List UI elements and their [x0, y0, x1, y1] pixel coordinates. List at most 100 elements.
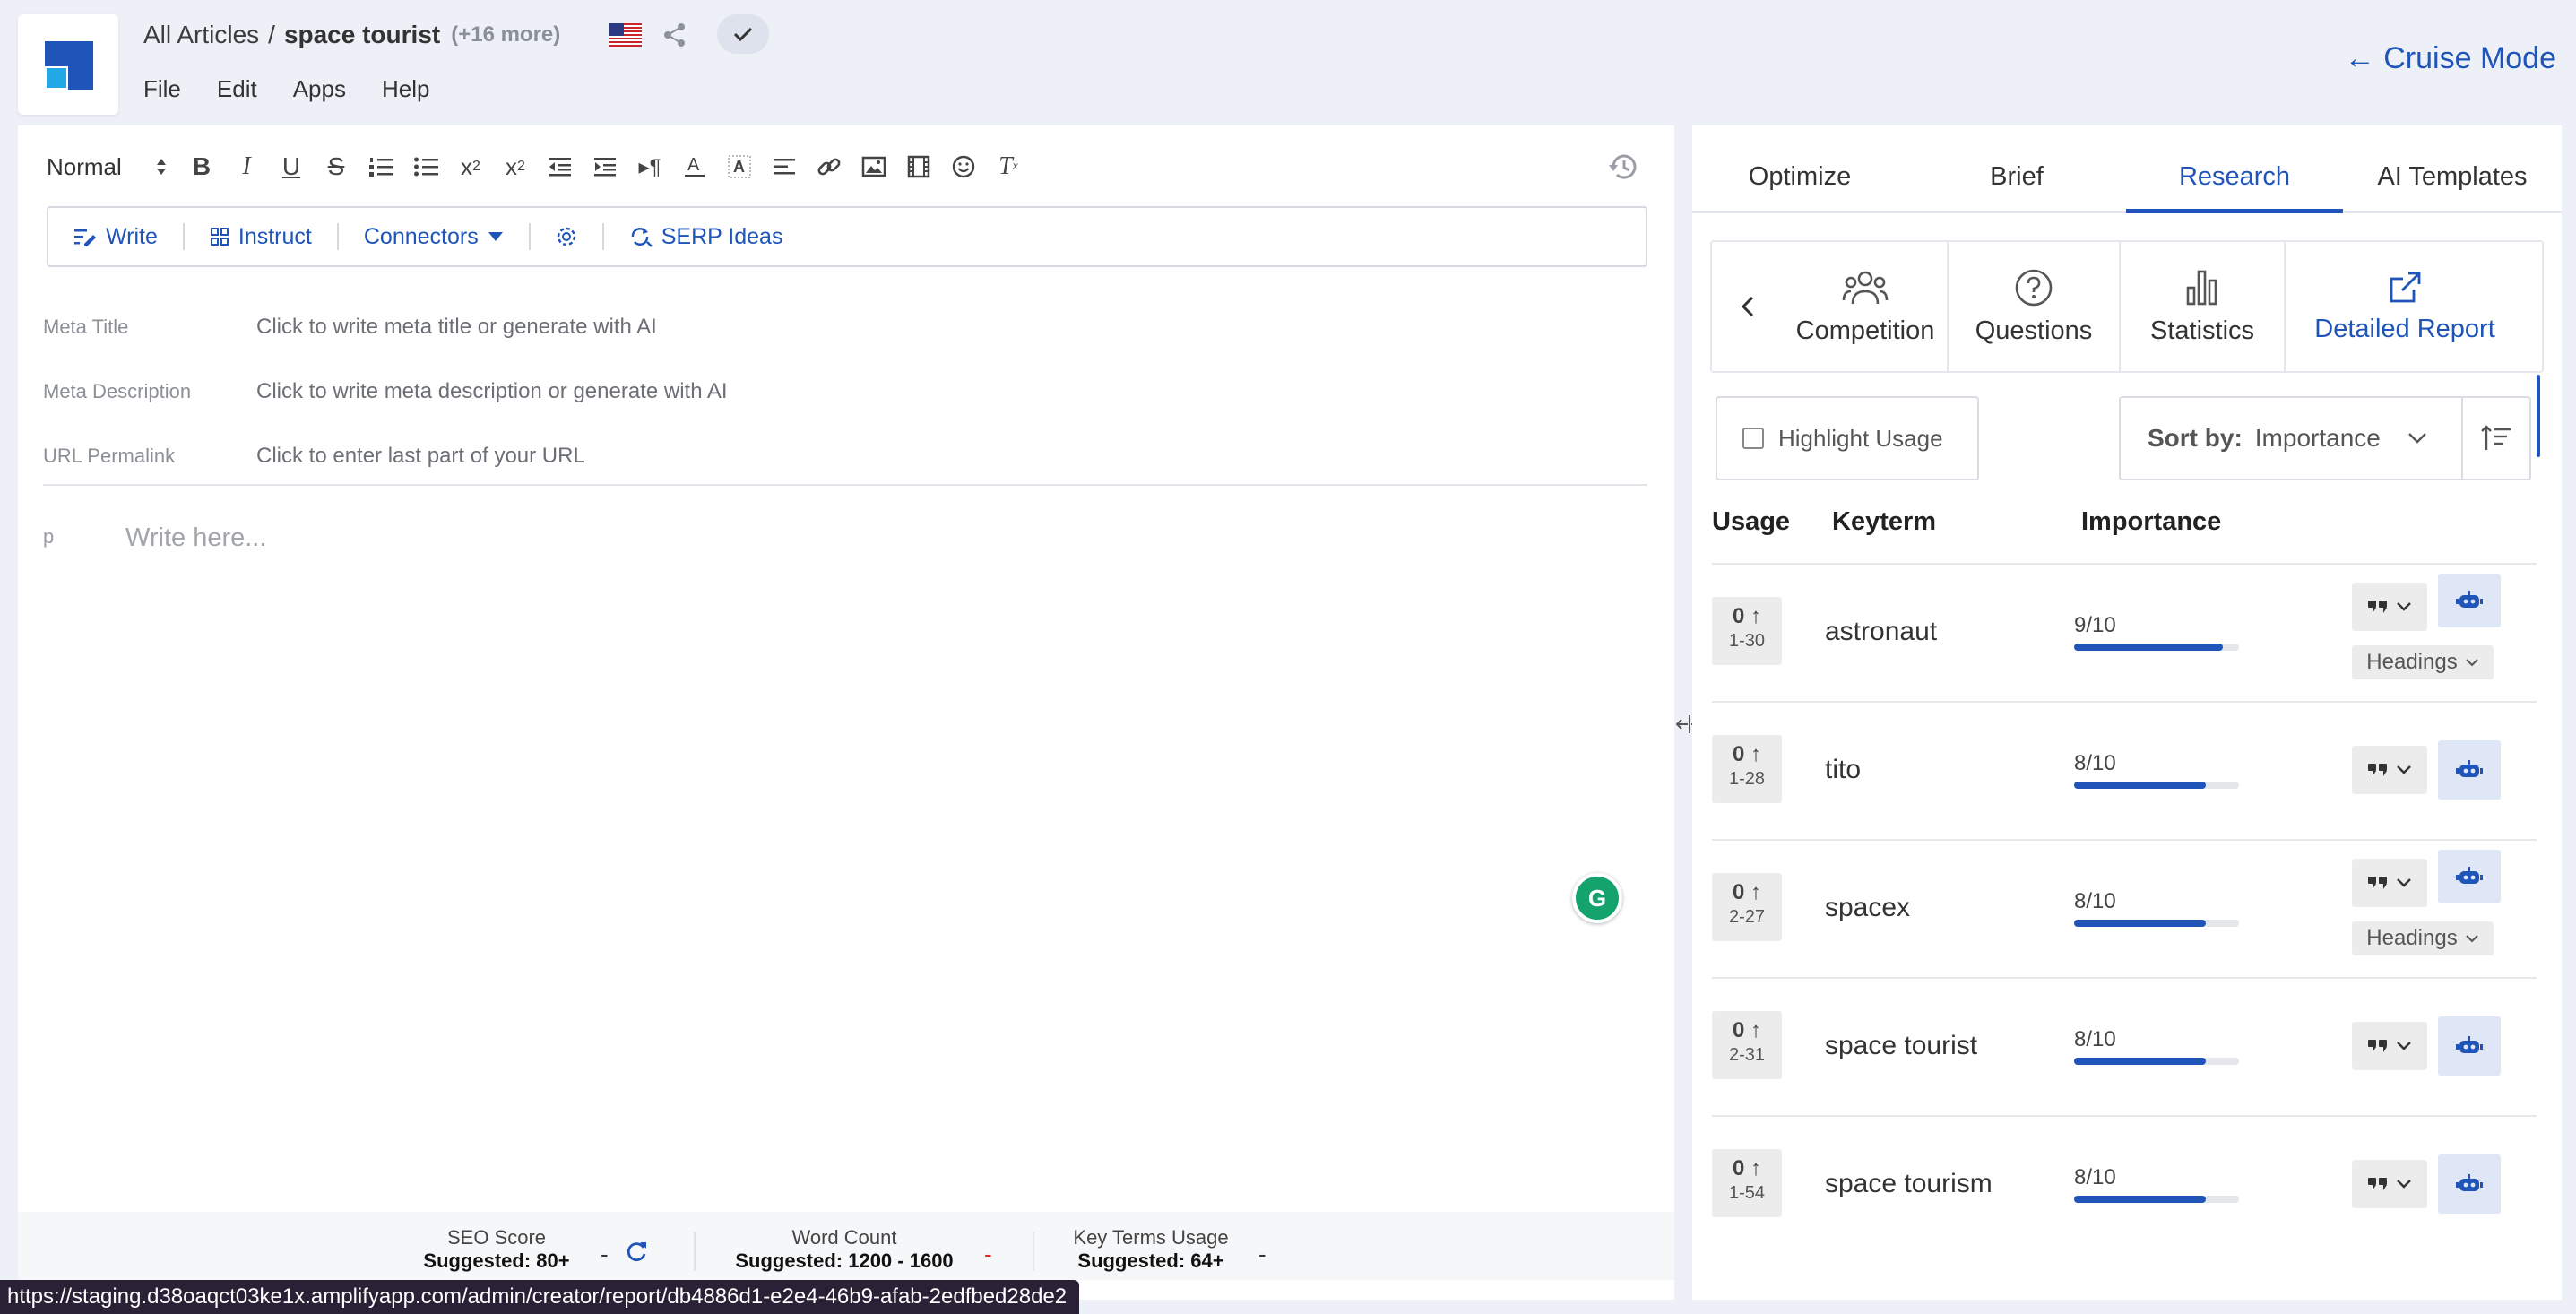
sort-by-dropdown[interactable]: Sort by: Importance [2121, 424, 2461, 453]
url-permalink-row[interactable]: URL Permalink Click to enter last part o… [43, 438, 1647, 474]
connectors-dropdown[interactable]: Connectors [339, 224, 529, 250]
sort-direction-button[interactable] [2461, 398, 2529, 479]
refresh-icon[interactable] [624, 1239, 649, 1264]
tab-optimize[interactable]: Optimize [1692, 143, 1907, 211]
underline-icon[interactable]: U [269, 143, 314, 190]
quote-dropdown-button[interactable] [2352, 859, 2427, 907]
headings-dropdown[interactable]: Headings [2352, 921, 2494, 955]
ai-assist-button[interactable] [2438, 574, 2501, 627]
tab-brief[interactable]: Brief [1907, 143, 2126, 211]
more-articles-count[interactable]: (+16 more) [451, 22, 560, 48]
indent-icon[interactable] [583, 143, 627, 190]
keyterm-row: 0 ↑ 1-30 astronaut 9/10 Headings [1712, 563, 2537, 701]
chevron-down-icon [2397, 878, 2411, 887]
article-title[interactable]: space tourist [284, 21, 440, 49]
superscript-icon[interactable]: x2 [493, 143, 538, 190]
editor-body[interactable]: Write here... [125, 523, 266, 553]
bold-icon[interactable]: B [179, 143, 224, 190]
seo-score-value: - [601, 1241, 609, 1267]
highlight-color-icon[interactable]: A [717, 143, 762, 190]
strikethrough-icon[interactable]: S [314, 143, 359, 190]
quote-dropdown-button[interactable] [2352, 746, 2427, 794]
headings-dropdown[interactable]: Headings [2352, 645, 2494, 679]
image-icon[interactable] [851, 143, 896, 190]
ai-assist-button[interactable] [2438, 850, 2501, 903]
tab-ai-templates[interactable]: AI Templates [2343, 143, 2562, 211]
column-usage[interactable]: Usage [1712, 507, 1832, 537]
history-icon[interactable] [1606, 149, 1642, 185]
us-flag-icon[interactable] [609, 23, 642, 47]
robot-icon [2456, 760, 2483, 777]
chevron-down-icon [2408, 433, 2426, 444]
grammarly-icon[interactable]: G [1572, 873, 1622, 923]
breadcrumb-all-articles[interactable]: All Articles [143, 21, 259, 49]
ai-assist-button[interactable] [2438, 740, 2501, 800]
emoji-icon[interactable] [941, 143, 986, 190]
ordered-list-icon[interactable] [359, 143, 403, 190]
importance-bar-fill [2074, 1196, 2207, 1203]
keyterm-row: 0 ↑ 1-54 space tourism 8/10 [1712, 1115, 2537, 1253]
column-importance[interactable]: Importance [2081, 507, 2221, 537]
format-value: Normal [47, 152, 122, 180]
menu-apps[interactable]: Apps [293, 75, 346, 103]
paragraph-format-select[interactable]: Normal [18, 143, 179, 190]
question-icon [2015, 269, 2053, 306]
chevron-down-icon [2397, 602, 2411, 611]
detailed-report-label: Detailed Report [2314, 314, 2495, 343]
url-permalink-field[interactable]: Click to enter last part of your URL [256, 444, 585, 469]
ai-assist-button[interactable] [2438, 1016, 2501, 1076]
cruise-mode-button[interactable]: ← Cruise Mode [2345, 41, 2556, 76]
menu-edit[interactable]: Edit [217, 75, 257, 103]
clear-formatting-icon[interactable]: Tx [986, 143, 1031, 190]
highlight-usage-checkbox[interactable] [1742, 428, 1764, 449]
font-color-icon[interactable]: A [672, 143, 717, 190]
usage-badge: 0 ↑ 1-28 [1712, 735, 1782, 803]
subnav-statistics[interactable]: Statistics [2119, 242, 2284, 371]
keyterm-text: astronaut [1825, 617, 1938, 646]
video-icon[interactable] [896, 143, 941, 190]
column-keyterm[interactable]: Keyterm [1832, 507, 2081, 537]
subscript-icon[interactable]: x2 [448, 143, 493, 190]
meta-divider [43, 484, 1647, 486]
serp-ideas-button[interactable]: SERP Ideas [604, 224, 808, 250]
share-icon[interactable] [661, 22, 688, 48]
link-icon[interactable] [807, 143, 851, 190]
text-direction-icon[interactable]: ▸¶ [627, 143, 672, 190]
meta-description-field[interactable]: Click to write meta description or gener… [256, 379, 728, 404]
subnav-competition[interactable]: Competition [1784, 242, 1947, 371]
competition-label: Competition [1795, 316, 1935, 345]
highlight-usage-label: Highlight Usage [1778, 424, 1943, 452]
instruct-button[interactable]: Instruct [185, 224, 337, 250]
app-logo[interactable] [18, 14, 118, 115]
align-icon[interactable] [762, 143, 807, 190]
meta-title-row[interactable]: Meta Title Click to write meta title or … [43, 309, 1647, 345]
keyterm-text: space tourist [1825, 1031, 1978, 1060]
subnav-back-button[interactable] [1712, 242, 1784, 371]
menu-file[interactable]: File [143, 75, 181, 103]
quote-dropdown-button[interactable] [2352, 1022, 2427, 1070]
write-label: Write [106, 223, 158, 249]
bullet-list-icon[interactable] [403, 143, 448, 190]
outdent-icon[interactable] [538, 143, 583, 190]
panel-scrollbar[interactable] [2537, 375, 2540, 457]
quote-dropdown-button[interactable] [2352, 1160, 2427, 1208]
grid-icon [210, 228, 229, 246]
importance-bar [2074, 1196, 2239, 1203]
ai-assist-button[interactable] [2438, 1154, 2501, 1214]
italic-icon[interactable]: I [224, 143, 269, 190]
meta-description-row[interactable]: Meta Description Click to write meta des… [43, 374, 1647, 410]
quote-dropdown-button[interactable] [2352, 583, 2427, 631]
save-status-button[interactable] [717, 14, 769, 54]
meta-title-field[interactable]: Click to write meta title or generate wi… [256, 315, 657, 340]
importance-text: 8/10 [2074, 889, 2116, 913]
subnav-detailed-report[interactable]: Detailed Report [2284, 242, 2524, 371]
logo-icon [45, 41, 93, 90]
write-button[interactable]: Write [48, 224, 183, 250]
ai-settings-button[interactable] [531, 226, 602, 247]
menu-help[interactable]: Help [382, 75, 429, 103]
subnav-questions[interactable]: Questions [1947, 242, 2119, 371]
usage-range: 1-30 [1728, 631, 1766, 651]
tab-research[interactable]: Research [2126, 143, 2343, 213]
highlight-usage-toggle[interactable]: Highlight Usage [1716, 396, 1979, 480]
importance-bar-fill [2074, 644, 2223, 651]
